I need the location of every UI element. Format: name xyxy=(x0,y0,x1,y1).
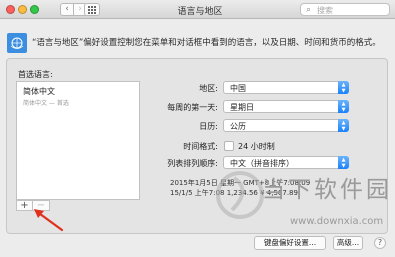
first-day-label: 每周的第一天: xyxy=(167,103,218,112)
time-format-label: 时间格式: xyxy=(183,142,218,151)
advanced-button[interactable]: 高级... xyxy=(333,236,363,250)
watermark-text: 当下软件园 xyxy=(262,177,392,203)
calendar-popup[interactable]: 公历 ▲ ▼ xyxy=(223,119,349,132)
window-title: 语言与地区 xyxy=(177,7,223,17)
keyboard-preferences-button[interactable]: 键盘偏好设置... xyxy=(254,236,326,250)
24-hour-checkbox[interactable] xyxy=(224,141,234,151)
first-day-popup[interactable]: 星期日 ▲ ▼ xyxy=(223,100,349,113)
watermark-url: www.downxia.com xyxy=(290,216,384,227)
help-button[interactable]: ? xyxy=(374,237,386,249)
list-sort-label: 列表排列顺序: xyxy=(167,159,218,168)
title-bar: ‹ › 语言与地区 ⌕ 搜索 xyxy=(0,0,395,19)
updown-arrows-icon: ▲ ▼ xyxy=(338,81,349,94)
close-button[interactable] xyxy=(6,5,15,14)
show-all-button[interactable] xyxy=(84,3,100,16)
preferred-languages-list[interactable]: 简体中文 简体中文 — 首选 xyxy=(16,81,140,200)
24-hour-label: 24 小时制 xyxy=(238,142,275,151)
search-placeholder: 搜索 xyxy=(317,6,333,15)
calendar-value: 公历 xyxy=(230,122,246,131)
chevron-left-icon: ‹ xyxy=(65,4,69,14)
region-label: 地区: xyxy=(199,84,218,93)
back-button[interactable]: ‹ xyxy=(60,3,74,16)
calendar-label: 日历: xyxy=(199,122,218,131)
preferred-languages-label: 首选语言: xyxy=(18,70,53,79)
language-subtitle: 简体中文 — 首选 xyxy=(23,100,69,107)
updown-arrows-icon: ▲ ▼ xyxy=(338,119,349,132)
united-nations-flag-icon xyxy=(7,33,27,53)
search-field[interactable]: ⌕ 搜索 xyxy=(300,3,390,16)
updown-arrows-icon: ▲ ▼ xyxy=(338,100,349,113)
region-value: 中国 xyxy=(230,84,246,93)
language-name: 简体中文 xyxy=(23,87,55,96)
chevron-right-icon: › xyxy=(78,4,82,14)
minimize-button[interactable] xyxy=(18,5,27,14)
region-popup[interactable]: 中国 ▲ ▼ xyxy=(223,81,349,94)
first-day-value: 星期日 xyxy=(230,103,254,112)
zoom-button[interactable] xyxy=(30,5,39,14)
list-item[interactable]: 简体中文 简体中文 — 首选 xyxy=(23,86,69,107)
search-icon: ⌕ xyxy=(306,5,312,15)
red-arrow-icon xyxy=(34,209,64,232)
preference-description: “语言与地区”偏好设置控制您在菜单和对话框中看到的语言，以及日期、时间和货币的格… xyxy=(32,38,381,48)
